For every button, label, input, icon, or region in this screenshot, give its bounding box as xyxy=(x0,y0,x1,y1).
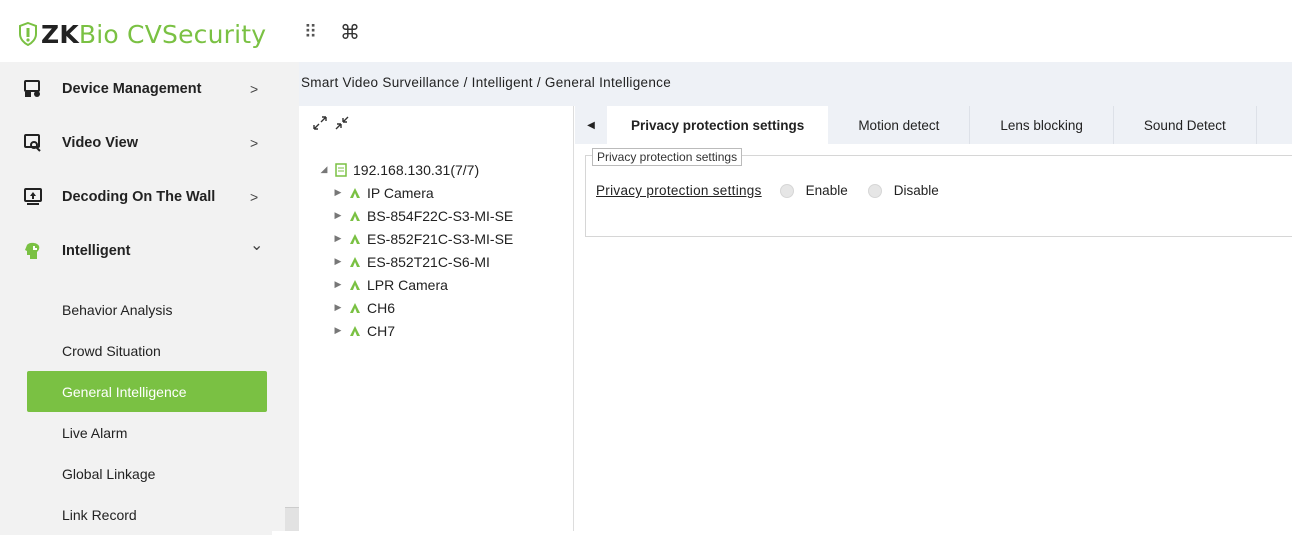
settings-tabs: ◀ Privacy protection settings Motion det… xyxy=(575,106,1292,144)
sidebar-item-label: Intelligent xyxy=(62,243,131,259)
tree-node-ip-camera[interactable]: ▶ IP Camera xyxy=(299,181,574,204)
intelligent-icon xyxy=(24,242,42,260)
tree-node-bs-854f22c[interactable]: ▶ BS-854F22C-S3-MI-SE xyxy=(299,204,574,227)
disable-radio[interactable]: Disable xyxy=(867,183,939,198)
submenu-item-crowd-situation[interactable]: Crowd Situation xyxy=(0,330,272,371)
expand-triangle-icon[interactable]: ▶ xyxy=(333,279,343,290)
tree-node-label: IP Camera xyxy=(367,184,434,201)
app-logo: ZK Bio CVSecurity xyxy=(18,18,266,50)
tree-node-label: BS-854F22C-S3-MI-SE xyxy=(367,207,514,224)
tree-node-label: LPR Camera xyxy=(367,276,448,293)
camera-icon xyxy=(349,233,361,245)
chevron-down-icon: ⌄ xyxy=(250,237,264,254)
tree-node-label: ES-852T21C-S6-MI xyxy=(367,253,490,270)
expand-triangle-icon[interactable]: ▶ xyxy=(333,210,343,221)
expand-triangle-icon[interactable]: ▶ xyxy=(333,302,343,313)
disable-radio-circle[interactable] xyxy=(867,183,882,198)
tree-node-label: ES-852F21C-S3-MI-SE xyxy=(367,230,514,247)
sidebar-menu: Device Management > Video View > Decodin… xyxy=(0,62,272,278)
tab-lens-blocking[interactable]: Lens blocking xyxy=(970,106,1114,144)
tree-node-ch6[interactable]: ▶ CH6 xyxy=(299,296,574,319)
shield-logo-icon xyxy=(19,22,37,46)
sidebar-item-device-management[interactable]: Device Management > xyxy=(0,62,272,116)
privacy-settings-group: Privacy protection settings Privacy prot… xyxy=(585,148,1292,237)
apps-grid-icon[interactable]: ⠿ xyxy=(304,22,317,43)
command-icon[interactable]: ⌘ xyxy=(340,20,360,45)
expand-triangle-icon[interactable]: ▶ xyxy=(333,325,343,336)
tree-node-es-852t21c[interactable]: ▶ ES-852T21C-S6-MI xyxy=(299,250,574,273)
device-server-icon xyxy=(335,162,347,177)
disable-label: Disable xyxy=(893,183,939,198)
tree-node-label: CH7 xyxy=(367,322,396,339)
collapse-triangle-icon[interactable]: ◢ xyxy=(319,164,329,175)
sidebar-scrollbar[interactable] xyxy=(285,62,299,531)
app-header: ZK Bio CVSecurity ⠿ ⌘ xyxy=(0,0,1292,62)
camera-icon xyxy=(349,302,361,314)
camera-icon xyxy=(349,187,361,199)
device-icon xyxy=(24,80,42,98)
logo-product-text: Bio CVSecurity xyxy=(78,19,267,49)
tab-sound-detect[interactable]: Sound Detect xyxy=(1114,106,1257,144)
privacy-option-row: Privacy protection settings Enable Disab… xyxy=(596,183,959,198)
device-tree-panel: ◢ 192.168.130.31(7/7) ▶ IP Camera ▶ BS-8… xyxy=(299,106,574,531)
sidebar-item-label: Device Management xyxy=(62,81,202,97)
tree-root-node[interactable]: ◢ 192.168.130.31(7/7) xyxy=(299,158,574,181)
sidebar-item-decoding-on-the-wall[interactable]: Decoding On The Wall > xyxy=(0,170,272,224)
video-view-icon xyxy=(24,134,42,152)
tree-node-label: 192.168.130.31(7/7) xyxy=(353,161,480,178)
expand-triangle-icon[interactable]: ▶ xyxy=(333,187,343,198)
chevron-right-icon: > xyxy=(250,189,259,205)
tab-privacy-protection-settings[interactable]: Privacy protection settings xyxy=(607,106,829,144)
camera-icon xyxy=(349,256,361,268)
sidebar-item-video-view[interactable]: Video View > xyxy=(0,116,272,170)
submenu-item-live-alarm[interactable]: Live Alarm xyxy=(0,412,272,453)
expand-triangle-icon[interactable]: ▶ xyxy=(333,256,343,267)
enable-radio[interactable]: Enable xyxy=(779,183,848,198)
tree-node-ch7[interactable]: ▶ CH7 xyxy=(299,319,574,342)
expand-triangle-icon[interactable]: ▶ xyxy=(333,233,343,244)
breadcrumb: Smart Video Surveillance / Intelligent /… xyxy=(299,62,1292,106)
submenu-item-behavior-analysis[interactable]: Behavior Analysis xyxy=(0,289,272,330)
enable-label: Enable xyxy=(805,183,848,198)
camera-icon xyxy=(349,325,361,337)
tree-node-es-852f21c[interactable]: ▶ ES-852F21C-S3-MI-SE xyxy=(299,227,574,250)
tree-node-lpr-camera[interactable]: ▶ LPR Camera xyxy=(299,273,574,296)
device-tree: ◢ 192.168.130.31(7/7) ▶ IP Camera ▶ BS-8… xyxy=(299,158,574,342)
enable-radio-circle[interactable] xyxy=(779,183,794,198)
expand-all-icon[interactable] xyxy=(313,116,327,134)
submenu-item-general-intelligence[interactable]: General Intelligence xyxy=(27,371,267,412)
chevron-right-icon: > xyxy=(250,81,259,97)
submenu-item-global-linkage[interactable]: Global Linkage xyxy=(0,453,272,494)
tree-node-label: CH6 xyxy=(367,299,396,316)
decoding-icon xyxy=(24,188,42,206)
intelligent-submenu: Behavior Analysis Crowd Situation Genera… xyxy=(0,289,272,535)
camera-icon xyxy=(349,210,361,222)
tab-motion-detect[interactable]: Motion detect xyxy=(828,106,971,144)
chevron-right-icon: > xyxy=(250,135,259,151)
scrollbar-thumb[interactable] xyxy=(285,507,299,531)
settings-content: ◀ Privacy protection settings Motion det… xyxy=(575,106,1292,531)
submenu-item-link-record[interactable]: Link Record xyxy=(0,494,272,535)
collapse-all-icon[interactable] xyxy=(335,116,349,134)
camera-icon xyxy=(349,279,361,291)
sidebar-item-intelligent[interactable]: Intelligent ⌄ xyxy=(0,224,272,278)
tree-toolbar xyxy=(313,116,349,134)
logo-zk-text: ZK xyxy=(41,19,79,49)
privacy-setting-label: Privacy protection settings xyxy=(596,183,762,198)
tab-scroll-left-icon[interactable]: ◀ xyxy=(575,106,607,144)
group-legend: Privacy protection settings xyxy=(592,148,743,166)
sidebar-item-label: Video View xyxy=(62,135,139,151)
sidebar: Device Management > Video View > Decodin… xyxy=(0,62,285,535)
sidebar-item-label: Decoding On The Wall xyxy=(62,189,216,205)
